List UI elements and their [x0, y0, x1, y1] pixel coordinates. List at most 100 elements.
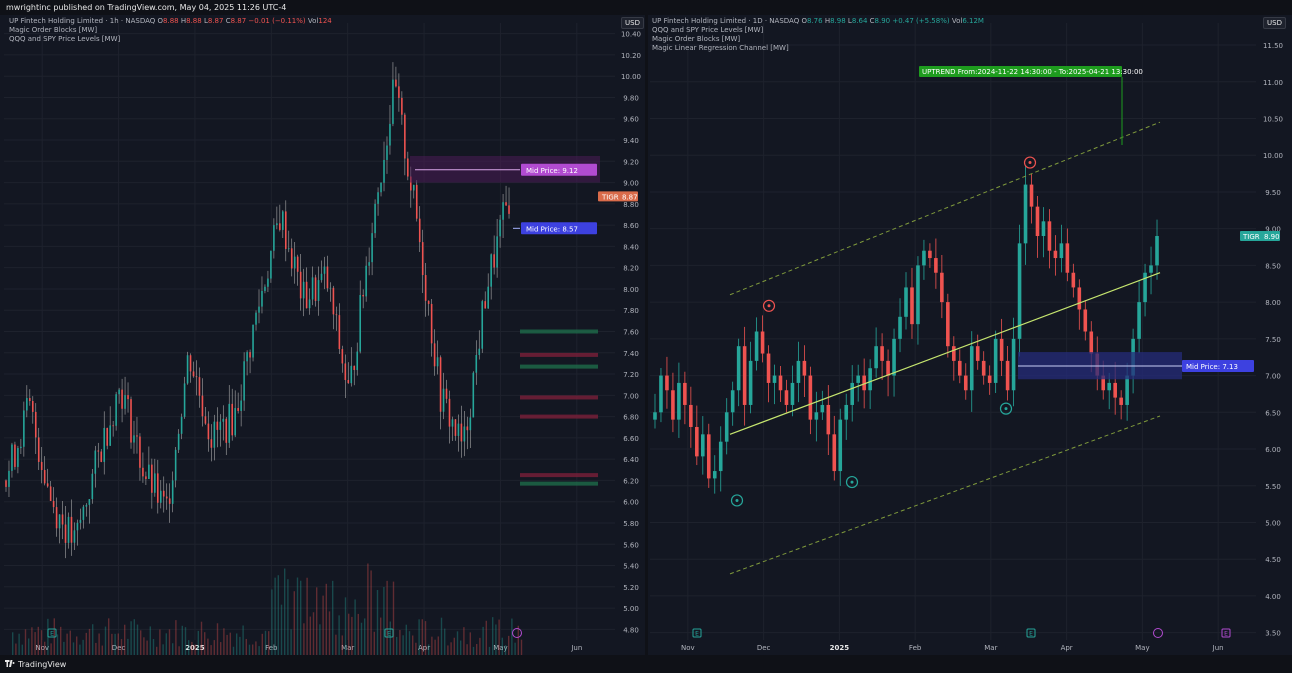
- volume-bar: [284, 568, 286, 655]
- candle-body: [1143, 272, 1147, 303]
- price-tick-label: 8.80: [623, 201, 639, 209]
- candle-body: [273, 225, 275, 251]
- volume-bar: [191, 641, 193, 655]
- right-legend-c: 8.90: [874, 17, 891, 25]
- candle-body: [308, 299, 311, 309]
- volume-bar: [120, 639, 123, 655]
- order-block-zone: [520, 481, 598, 486]
- right-legend-indicator-1[interactable]: QQQ and SPY Price Levels [MW]: [652, 26, 984, 35]
- volume-bar: [501, 637, 503, 655]
- volume-bar: [456, 631, 459, 655]
- candle-body: [1053, 250, 1058, 259]
- candle-body: [365, 265, 367, 297]
- price-tick-label: 10.00: [1263, 152, 1283, 160]
- uptrend-label: UPTREND From:2024-11-22 14:30:00 - To:20…: [922, 68, 1143, 76]
- order-block-zone: [520, 352, 598, 357]
- candle-body: [198, 377, 201, 396]
- volume-bar: [482, 626, 484, 655]
- volume-bar: [133, 619, 135, 655]
- earnings-event-letter: E: [50, 631, 54, 638]
- volume-bar: [520, 639, 523, 655]
- volume-bar: [300, 580, 302, 655]
- volume-bar: [31, 627, 33, 655]
- candle-body: [46, 483, 49, 487]
- volume-bar: [18, 633, 20, 655]
- candle-body: [451, 419, 454, 427]
- candle-body: [112, 425, 114, 427]
- candle-body: [252, 324, 254, 358]
- price-tick-label: 5.00: [1265, 519, 1281, 527]
- candle-body: [1125, 375, 1129, 405]
- candle-body: [58, 514, 61, 529]
- price-tick-label: 5.20: [623, 584, 639, 592]
- price-tick-label: 7.60: [623, 329, 639, 337]
- volume-bar: [124, 624, 126, 655]
- price-tick-label: 5.50: [1265, 483, 1281, 491]
- volume-bar: [72, 642, 75, 655]
- earnings-event-letter: E: [695, 631, 699, 638]
- candle-body: [886, 360, 890, 376]
- candle-body: [296, 256, 299, 272]
- charts-canvas[interactable]: 10.4010.2010.009.809.609.409.209.008.808…: [0, 15, 1292, 655]
- candle-body: [472, 372, 475, 418]
- candle-body: [234, 407, 236, 436]
- volume-bar: [485, 620, 487, 655]
- candle-body: [67, 516, 70, 543]
- candle-body: [130, 399, 132, 443]
- candle-body: [683, 382, 687, 405]
- price-tick-label: 10.50: [1263, 115, 1283, 123]
- candle-body: [219, 421, 222, 430]
- right-legend-indicator-2[interactable]: Magic Order Blocks [MW]: [652, 35, 984, 44]
- candle-body: [922, 250, 926, 266]
- volume-bar: [44, 641, 46, 655]
- left-legend-indicator-2[interactable]: QQQ and SPY Price Levels [MW]: [9, 35, 332, 44]
- candle-body: [145, 476, 147, 479]
- volume-bar: [319, 624, 321, 655]
- price-tick-label: 7.00: [1265, 373, 1281, 381]
- volume-bar: [104, 626, 107, 655]
- candle-body: [11, 444, 13, 471]
- volume-bar: [405, 624, 407, 655]
- candle-body: [23, 410, 25, 447]
- mid-price-label: Mid Price: 7.13: [1186, 363, 1238, 371]
- candle-body: [445, 388, 448, 399]
- right-legend: UP Fintech Holding Limited · 1D · NASDAQ…: [652, 17, 984, 53]
- candle-body: [329, 287, 332, 289]
- candle-body: [754, 331, 759, 361]
- price-tick-label: 9.20: [623, 158, 639, 166]
- volume-bar: [380, 617, 382, 655]
- volume-bar: [504, 645, 507, 655]
- tradingview-logo-icon: [5, 660, 15, 667]
- candle-body: [320, 273, 323, 281]
- candle-body: [183, 383, 186, 417]
- candle-body: [237, 407, 239, 411]
- volume-bar: [50, 643, 52, 655]
- candle-body: [290, 248, 293, 269]
- volume-bar: [229, 632, 231, 655]
- volume-bar: [88, 628, 91, 655]
- panel-divider[interactable]: [645, 15, 648, 655]
- candle-body: [957, 360, 962, 376]
- price-tick-label: 8.60: [623, 222, 639, 230]
- candle-body: [802, 360, 807, 376]
- volume-bar: [245, 638, 247, 655]
- volume-bar: [111, 633, 113, 655]
- candle-body: [730, 390, 735, 413]
- candle-body: [1023, 184, 1028, 244]
- volume-bar: [396, 636, 398, 655]
- left-currency-button[interactable]: USD: [621, 17, 644, 29]
- volume-bar: [514, 642, 516, 655]
- swing-marker-dot: [1004, 407, 1008, 411]
- candle-body: [701, 434, 705, 457]
- right-currency-button[interactable]: USD: [1263, 17, 1286, 29]
- right-legend-indicator-3[interactable]: Magic Linear Regression Channel [MW]: [652, 44, 984, 53]
- left-legend-indicator-1[interactable]: Magic Order Blocks [MW]: [9, 26, 332, 35]
- candle-body: [415, 184, 418, 219]
- candle-body: [76, 522, 79, 531]
- candle-body: [377, 192, 379, 204]
- tradingview-brand[interactable]: TradingView: [18, 660, 66, 669]
- price-tick-label: 4.50: [1265, 556, 1281, 564]
- candle-body: [392, 79, 394, 124]
- volume-bar: [165, 633, 167, 655]
- candle-body: [317, 280, 320, 301]
